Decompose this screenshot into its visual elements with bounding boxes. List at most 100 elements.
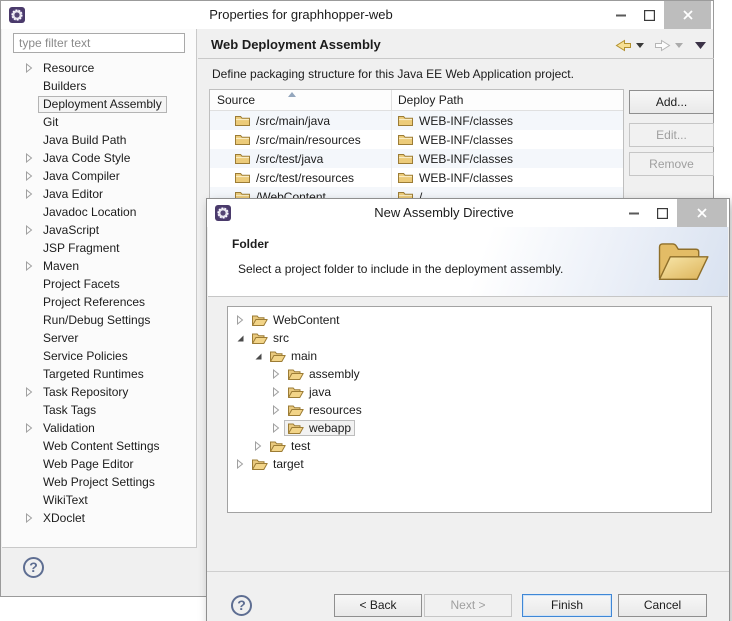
sidebar-item-run-debug-settings[interactable]: Run/Debug Settings (2, 311, 195, 329)
table-row[interactable]: /src/main/java WEB-INF/classes (210, 111, 623, 130)
sidebar-item-java-build-path[interactable]: Java Build Path (2, 131, 195, 149)
maximize-button[interactable] (635, 1, 664, 29)
expand-arrow-icon[interactable] (25, 495, 38, 505)
expand-arrow-icon[interactable] (272, 387, 284, 397)
expand-arrow-icon[interactable] (25, 459, 38, 469)
expand-arrow-icon[interactable] (25, 387, 38, 397)
dialog-help-button[interactable] (231, 595, 252, 616)
tree-item-webapp[interactable]: webapp (228, 419, 711, 437)
sidebar-item-task-tags[interactable]: Task Tags (2, 401, 195, 419)
sidebar-item-web-project-settings[interactable]: Web Project Settings (2, 473, 195, 491)
expand-arrow-icon[interactable] (25, 351, 38, 361)
expand-arrow-icon[interactable] (25, 405, 38, 415)
expand-arrow-icon[interactable] (25, 225, 38, 235)
sidebar-item-maven[interactable]: Maven (2, 257, 195, 275)
expand-arrow-icon[interactable] (25, 117, 38, 127)
forward-history-dropdown-icon[interactable] (675, 43, 683, 48)
sidebar-item-git[interactable]: Git (2, 113, 195, 131)
expand-arrow-icon[interactable] (25, 513, 38, 523)
tree-item-resources[interactable]: resources (228, 401, 711, 419)
expand-arrow-icon[interactable] (25, 279, 38, 289)
dialog-titlebar[interactable]: New Assembly Directive (207, 199, 729, 227)
expand-arrow-icon[interactable] (25, 297, 38, 307)
sidebar-item-service-policies[interactable]: Service Policies (2, 347, 195, 365)
minimize-button[interactable] (606, 1, 635, 29)
expand-arrow-icon[interactable] (25, 369, 38, 379)
next-button[interactable]: Next > (424, 594, 512, 617)
remove-button[interactable]: Remove (629, 152, 714, 176)
view-menu-icon[interactable] (695, 42, 706, 49)
collapse-arrow-icon[interactable] (236, 333, 248, 343)
sidebar-item-xdoclet[interactable]: XDoclet (2, 509, 195, 527)
sidebar-item-task-repository[interactable]: Task Repository (2, 383, 195, 401)
sidebar-item-web-page-editor[interactable]: Web Page Editor (2, 455, 195, 473)
tree-item-target[interactable]: target (228, 455, 711, 473)
expand-arrow-icon[interactable] (272, 423, 284, 433)
sidebar-item-javadoc-location[interactable]: Javadoc Location (2, 203, 195, 221)
expand-arrow-icon[interactable] (25, 261, 38, 271)
expand-arrow-icon[interactable] (25, 441, 38, 451)
sidebar-item-java-code-style[interactable]: Java Code Style (2, 149, 195, 167)
expand-arrow-icon[interactable] (25, 153, 38, 163)
sidebar-item-project-references[interactable]: Project References (2, 293, 195, 311)
expand-arrow-icon[interactable] (254, 441, 266, 451)
expand-arrow-icon[interactable] (272, 369, 284, 379)
expand-arrow-icon[interactable] (25, 243, 38, 253)
sidebar-item-server[interactable]: Server (2, 329, 195, 347)
expand-arrow-icon[interactable] (236, 459, 248, 469)
expand-arrow-icon[interactable] (236, 315, 248, 325)
tree-item-java[interactable]: java (228, 383, 711, 401)
expand-arrow-icon[interactable] (25, 477, 38, 487)
sidebar-item-web-content-settings[interactable]: Web Content Settings (2, 437, 195, 455)
expand-arrow-icon[interactable] (25, 315, 38, 325)
expand-arrow-icon[interactable] (25, 423, 38, 433)
sidebar-item-java-editor[interactable]: Java Editor (2, 185, 195, 203)
table-row[interactable]: /src/main/resources WEB-INF/classes (210, 130, 623, 149)
sidebar-item-java-compiler[interactable]: Java Compiler (2, 167, 195, 185)
finish-button[interactable]: Finish (522, 594, 612, 617)
table-row[interactable]: /src/test/resources WEB-INF/classes (210, 168, 623, 187)
add-button[interactable]: Add... (629, 90, 714, 114)
sidebar-item-project-facets[interactable]: Project Facets (2, 275, 195, 293)
sidebar-item-validation[interactable]: Validation (2, 419, 195, 437)
tree-item-webcontent[interactable]: WebContent (228, 311, 711, 329)
close-button[interactable] (664, 1, 711, 29)
sidebar-item-targeted-runtimes[interactable]: Targeted Runtimes (2, 365, 195, 383)
forward-arrow-icon[interactable] (654, 39, 671, 52)
collapse-arrow-icon[interactable] (254, 351, 266, 361)
expand-arrow-icon[interactable] (25, 171, 38, 181)
sidebar-item-javascript[interactable]: JavaScript (2, 221, 195, 239)
expand-arrow-icon[interactable] (272, 405, 284, 415)
expand-arrow-icon[interactable] (25, 207, 38, 217)
cancel-button[interactable]: Cancel (618, 594, 707, 617)
expand-arrow-icon[interactable] (25, 99, 38, 109)
expand-arrow-icon[interactable] (25, 189, 38, 199)
column-header-deploy-path[interactable]: Deploy Path (392, 90, 623, 110)
sidebar-item-deployment-assembly[interactable]: Deployment Assembly (2, 95, 195, 113)
expand-arrow-icon[interactable] (25, 81, 38, 91)
sidebar-item-builders[interactable]: Builders (2, 77, 195, 95)
filter-input[interactable] (13, 33, 185, 53)
sidebar-item-wikitext[interactable]: WikiText (2, 491, 195, 509)
back-history-dropdown-icon[interactable] (636, 43, 644, 48)
expand-arrow-icon[interactable] (25, 333, 38, 343)
properties-category-tree: Resource Builders Deployment Assembly Gi… (2, 59, 195, 527)
properties-titlebar[interactable]: Properties for graphhopper-web (1, 1, 713, 29)
dialog-minimize-button[interactable] (619, 199, 648, 227)
tree-item-assembly[interactable]: assembly (228, 365, 711, 383)
tree-item-src[interactable]: src (228, 329, 711, 347)
column-header-source[interactable]: Source (210, 90, 392, 110)
edit-button[interactable]: Edit... (629, 123, 714, 147)
sidebar-item-resource[interactable]: Resource (2, 59, 195, 77)
help-button[interactable] (23, 557, 44, 578)
expand-arrow-icon[interactable] (25, 135, 38, 145)
sidebar-item-jsp-fragment[interactable]: JSP Fragment (2, 239, 195, 257)
tree-item-main[interactable]: main (228, 347, 711, 365)
back-button[interactable]: < Back (334, 594, 422, 617)
expand-arrow-icon[interactable] (25, 63, 38, 73)
back-arrow-icon[interactable] (615, 39, 632, 52)
dialog-close-button[interactable] (677, 199, 727, 227)
tree-item-test[interactable]: test (228, 437, 711, 455)
dialog-maximize-button[interactable] (648, 199, 677, 227)
table-row[interactable]: /src/test/java WEB-INF/classes (210, 149, 623, 168)
